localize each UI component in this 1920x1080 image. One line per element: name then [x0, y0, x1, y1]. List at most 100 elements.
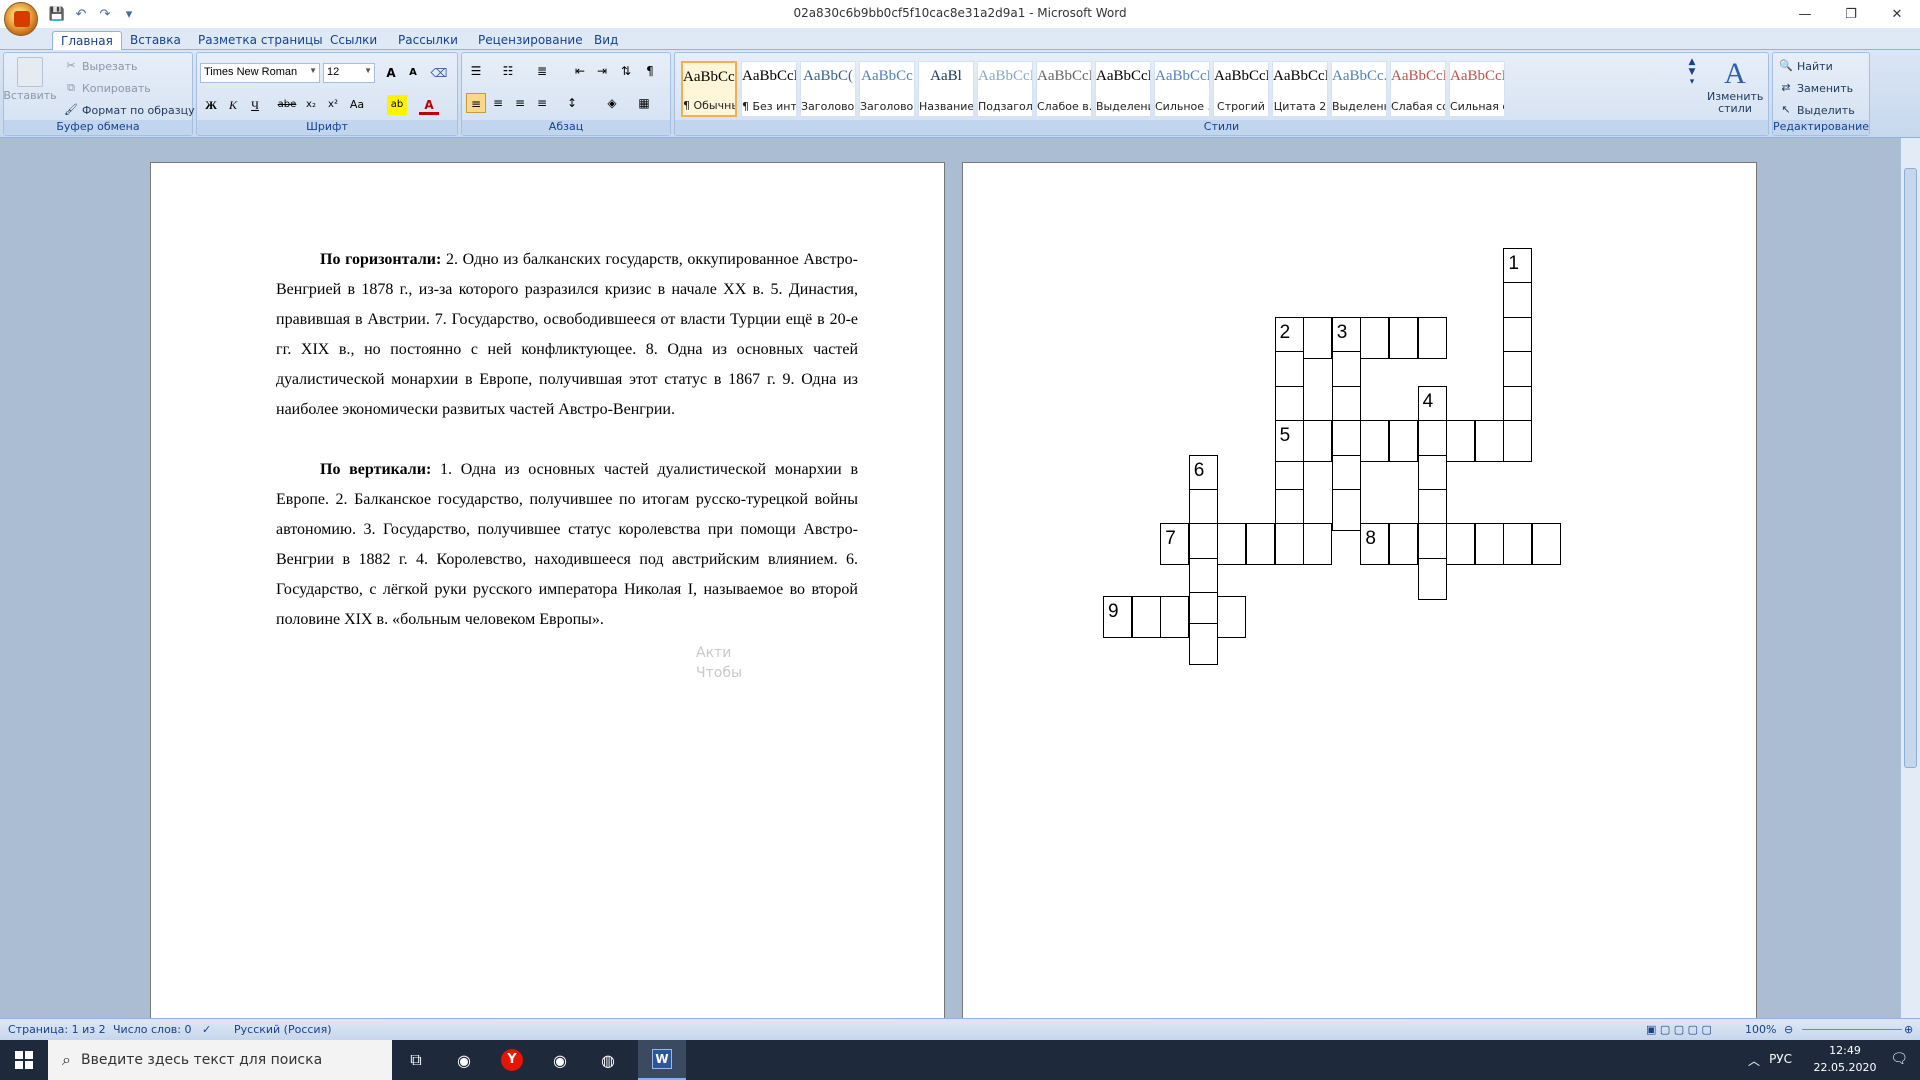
style-tile[interactable]: AaBbCc Заголово... [859, 61, 915, 117]
style-tile[interactable]: AaBbCcI Цитата 2 [1272, 61, 1328, 117]
style-tile[interactable]: AaBbCc. Выделенн... [1331, 61, 1387, 117]
word-count[interactable]: Число слов: 0 [113, 1023, 192, 1036]
zoom-level[interactable]: 100% [1745, 1023, 1776, 1036]
zoom-slider[interactable] [1802, 1029, 1902, 1030]
font-color-icon[interactable]: A [419, 95, 439, 115]
clear-formatting-icon[interactable]: ⌫ [429, 63, 449, 83]
input-language[interactable]: РУС [1769, 1052, 1792, 1066]
style-tile[interactable]: AaBbCcI ¶ Без инте... [741, 61, 797, 117]
page-count[interactable]: Страница: 1 из 2 [8, 1023, 106, 1036]
chevron-up-icon[interactable]: ▲ [1685, 57, 1699, 67]
justify-icon[interactable]: ≡ [532, 93, 552, 113]
select-label: Выделить [1797, 103, 1855, 117]
office-button[interactable] [4, 2, 38, 36]
document-workspace[interactable]: По горизонтали: 2. Одно из балканских го… [0, 138, 1900, 1022]
tab-insert[interactable]: Вставка [122, 31, 189, 50]
vertical-scrollbar[interactable] [1900, 138, 1920, 1018]
sort-icon[interactable]: ⇅ [616, 61, 636, 81]
style-tile[interactable]: AaBl Название [918, 61, 974, 117]
restore-button[interactable]: ❐ [1828, 0, 1874, 28]
gallery-scroll[interactable]: ▲ ▼ ▾ [1685, 57, 1699, 117]
task-view-icon[interactable]: ⧉ [392, 1040, 440, 1080]
line-spacing-icon[interactable]: ↕ [562, 93, 582, 113]
language-indicator[interactable]: Русский (Россия) [234, 1023, 332, 1036]
select-button[interactable]: ↖ Выделить [1779, 103, 1855, 117]
tab-mailings[interactable]: Рассылки [390, 31, 466, 50]
spellcheck-icon[interactable]: ✓ [202, 1023, 211, 1036]
minimize-button[interactable]: — [1782, 0, 1828, 28]
crossword-cell [1217, 595, 1247, 638]
style-tile[interactable]: AaBbCcD Сильное ... [1154, 61, 1210, 117]
style-tile[interactable]: AaBbCcD Строгий [1213, 61, 1269, 117]
superscript-button[interactable]: x² [323, 95, 343, 115]
underline-button[interactable]: Ч [245, 95, 265, 115]
zoom-out-icon[interactable]: ⊖ [1784, 1023, 1793, 1036]
increase-indent-icon[interactable]: ⇥ [592, 61, 612, 81]
copy-button[interactable]: ⧉ Копировать [64, 81, 151, 95]
format-painter-button[interactable]: 🖌 Формат по образцу [64, 103, 195, 117]
style-name: Выделение [1096, 100, 1150, 113]
tab-references[interactable]: Ссылки [322, 31, 385, 50]
strikethrough-button[interactable]: abe [277, 95, 297, 115]
steam-icon[interactable]: ◉ [440, 1040, 488, 1080]
change-case-button[interactable]: Aa [347, 95, 367, 115]
style-name: Название [919, 100, 973, 113]
taskbar-search[interactable]: ⌕ Введите здесь текст для поиска [48, 1040, 392, 1080]
font-name-combo[interactable]: Times New Roman ▼ [200, 63, 320, 83]
cut-button[interactable]: ✂ Вырезать [64, 59, 137, 73]
styles-group-label: Стили [675, 120, 1768, 135]
zoom-in-icon[interactable]: ⊕ [1904, 1023, 1913, 1036]
crossword-cell-numbered: 9 [1103, 595, 1132, 638]
page-2[interactable]: 1 2 3 4 5 6 7 8 9 [962, 162, 1757, 1022]
font-size-combo[interactable]: 12 ▼ [323, 63, 375, 83]
style-tile[interactable]: AaBbCcI Подзагол... [977, 61, 1033, 117]
multilevel-list-icon[interactable]: ≣ [532, 61, 552, 81]
page-1[interactable]: По горизонтали: 2. Одно из балканских го… [150, 162, 945, 1022]
tab-page-layout[interactable]: Разметка страницы [190, 31, 331, 50]
align-center-icon[interactable]: ≡ [488, 93, 508, 113]
tab-review[interactable]: Рецензирование [470, 31, 591, 50]
crossword-number: 8 [1365, 528, 1376, 550]
tab-home[interactable]: Главная [52, 31, 122, 50]
window-title: 02a830c6b9bb0cf5f10cac8e31a2d9a1 - Micro… [793, 6, 1127, 20]
notifications-icon[interactable]: 🗨 [1890, 1051, 1908, 1067]
yandex-browser-icon[interactable]: Y [488, 1040, 536, 1080]
style-tile[interactable]: AaBbCcD Слабая сс... [1390, 61, 1446, 117]
change-styles-button[interactable]: A Изменить стили [1705, 57, 1765, 119]
chevron-down-icon[interactable]: ▼ [1685, 67, 1699, 77]
tab-view[interactable]: Вид [586, 31, 626, 50]
align-left-icon[interactable]: ≡ [466, 93, 486, 113]
align-right-icon[interactable]: ≡ [510, 93, 530, 113]
borders-icon[interactable]: ▦ [634, 93, 654, 113]
bold-button[interactable]: Ж [201, 95, 221, 115]
shading-icon[interactable]: ◈ [602, 93, 622, 113]
subscript-button[interactable]: x₂ [301, 95, 321, 115]
crossword-cell [1274, 523, 1304, 566]
highlight-icon[interactable]: ab [387, 95, 407, 115]
gallery-more-icon[interactable]: ▾ [1685, 77, 1699, 87]
decrease-indent-icon[interactable]: ⇤ [570, 61, 590, 81]
find-button[interactable]: 🔍 Найти [1779, 59, 1833, 73]
view-buttons[interactable]: ▣ ▢ ▢ ▢ ▢ [1646, 1023, 1712, 1036]
shrink-font-button[interactable]: A [403, 63, 423, 83]
word-app-icon[interactable]: W [638, 1040, 686, 1080]
style-tile[interactable]: AaBbCcD Слабое в... [1036, 61, 1092, 117]
clock[interactable]: 12:49 22.05.2020 [1810, 1044, 1880, 1074]
discord-icon[interactable]: ◍ [584, 1040, 632, 1080]
style-tile[interactable]: AaBbCcD Выделение [1095, 61, 1151, 117]
style-tile[interactable]: AaBbC(Заголово... [800, 61, 856, 117]
paste-button[interactable]: Вставить [3, 57, 57, 102]
tray-expand-icon[interactable]: ︿ [1748, 1052, 1760, 1069]
bullets-icon[interactable]: ☰ [466, 61, 486, 81]
replace-button[interactable]: ⇄ Заменить [1779, 81, 1853, 95]
steam-icon-2[interactable]: ◉ [536, 1040, 584, 1080]
numbering-icon[interactable]: ☷ [498, 61, 518, 81]
italic-button[interactable]: К [223, 95, 243, 115]
close-button[interactable]: ✕ [1874, 0, 1920, 28]
grow-font-button[interactable]: A [381, 63, 401, 83]
style-tile[interactable]: AaBbCcD Сильная с... [1449, 61, 1505, 117]
start-button[interactable] [0, 1040, 48, 1080]
scrollbar-thumb[interactable] [1904, 168, 1917, 768]
pilcrow-icon[interactable]: ¶ [640, 61, 660, 81]
style-tile[interactable]: AaBbCcI ¶ Обычный [681, 61, 737, 117]
